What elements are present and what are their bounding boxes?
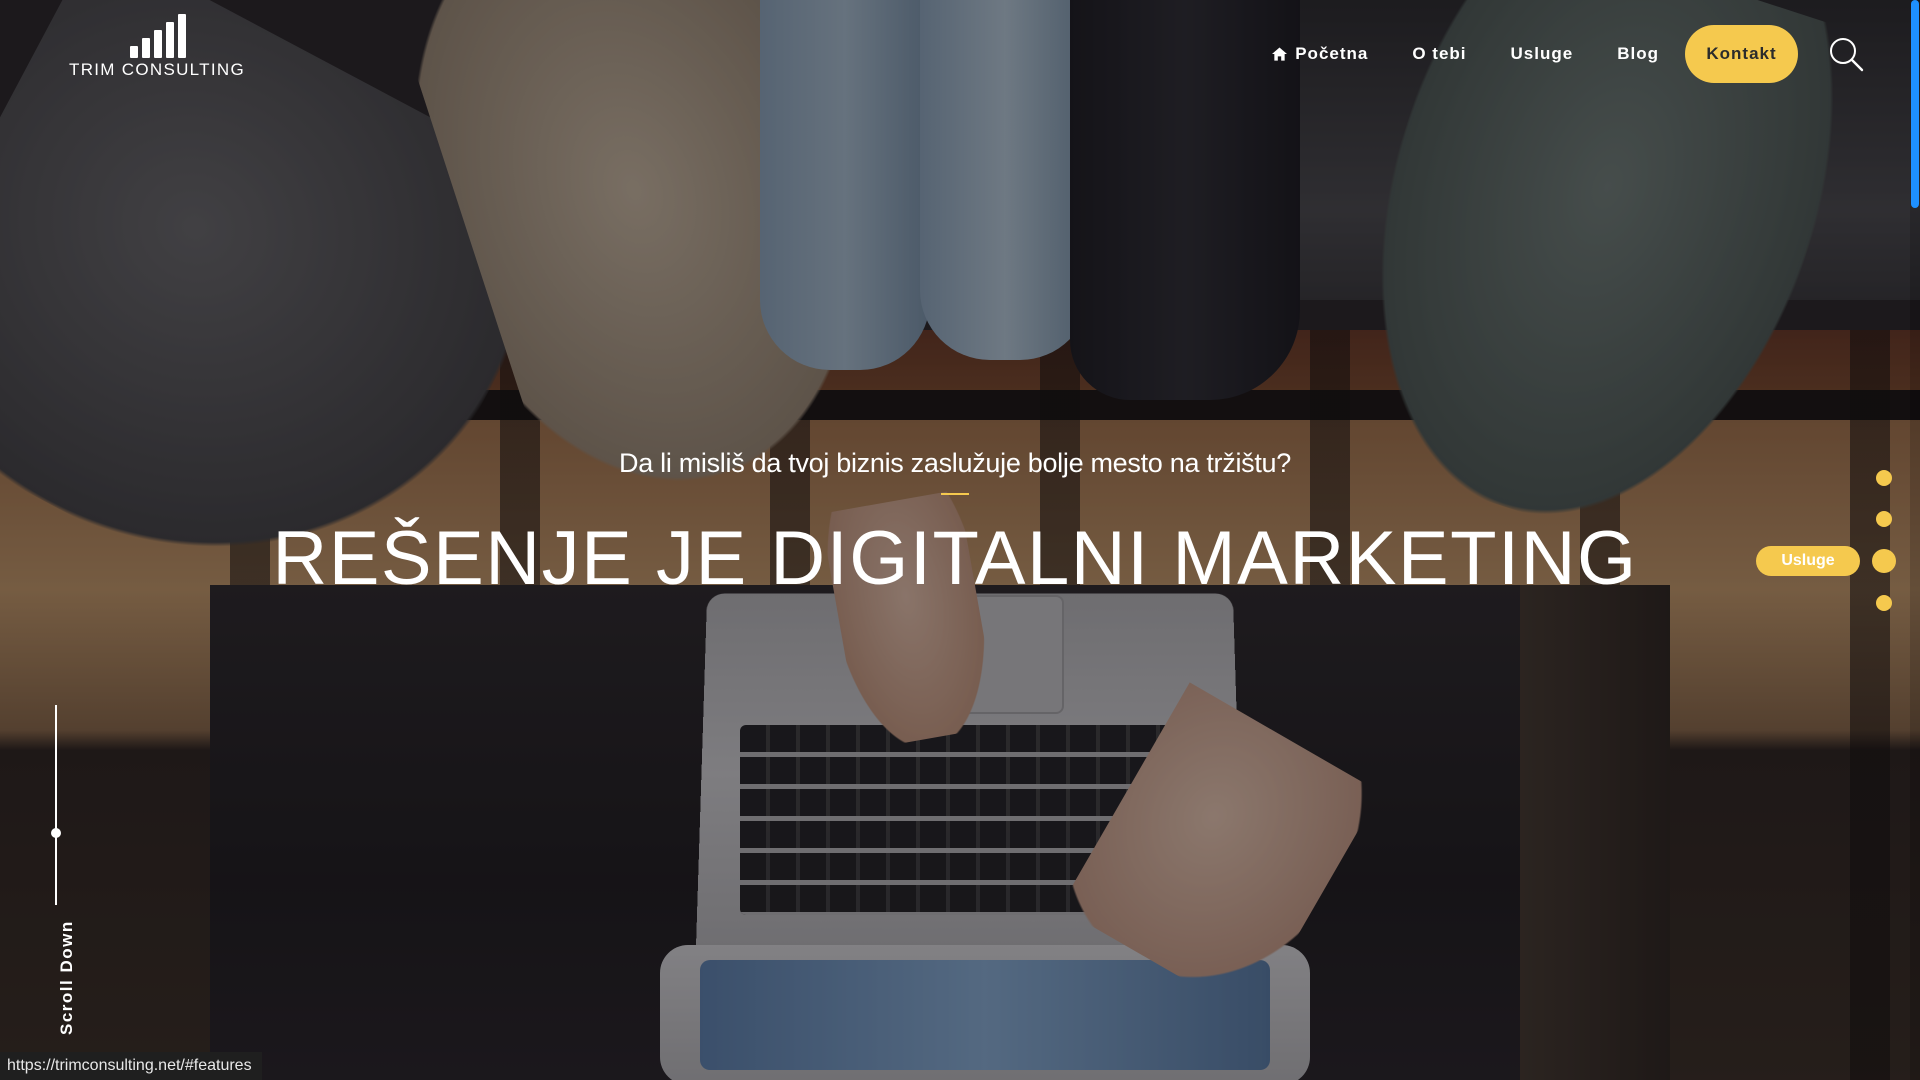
logo-text: TRIM CONSULTING <box>69 60 245 79</box>
contact-button[interactable]: Kontakt <box>1685 25 1798 83</box>
page-scrollbar[interactable] <box>1910 0 1920 1080</box>
site-logo[interactable]: TRIM CONSULTING <box>62 12 252 82</box>
section-dot-1[interactable] <box>1876 470 1892 486</box>
nav-item-label: O tebi <box>1412 44 1467 63</box>
scroll-down-link[interactable]: Scroll Down <box>57 920 77 1035</box>
nav-item-o-tebi[interactable]: O tebi <box>1412 44 1466 64</box>
section-dot-4[interactable] <box>1876 595 1892 611</box>
home-icon <box>1272 47 1288 61</box>
main-nav: Početna O tebi Usluge Blog Kontakt <box>1272 25 1864 83</box>
nav-item-blog[interactable]: Blog <box>1617 44 1659 64</box>
section-dot-tooltip: Usluge <box>1756 546 1860 576</box>
hero-subtitle: Da li misliš da tvoj biznis zaslužuje bo… <box>619 448 1291 478</box>
nav-item-usluge[interactable]: Usluge <box>1511 44 1574 64</box>
section-dot-2[interactable] <box>1876 511 1892 527</box>
nav-item-label: Usluge <box>1510 44 1574 63</box>
nav-item-label: Blog <box>1617 44 1659 63</box>
hero-title: REŠENJE JE DIGITALNI MARKETING <box>272 516 1638 601</box>
section-dot-3-active[interactable] <box>1872 549 1896 573</box>
page: TRIM CONSULTING Početna O tebi Usluge Bl… <box>0 0 1920 1080</box>
scroll-indicator-dot <box>51 828 61 838</box>
nav-item-pocetna[interactable]: Početna <box>1272 44 1368 64</box>
scrollbar-thumb[interactable] <box>1911 0 1919 208</box>
search-icon[interactable] <box>1828 36 1864 72</box>
nav-item-label: Početna <box>1295 44 1369 63</box>
browser-status-url: https://trimconsulting.net/#features <box>0 1052 262 1080</box>
bar-chart-logo-icon <box>130 14 186 58</box>
scroll-indicator-line <box>55 705 57 905</box>
hero-divider <box>941 493 969 495</box>
